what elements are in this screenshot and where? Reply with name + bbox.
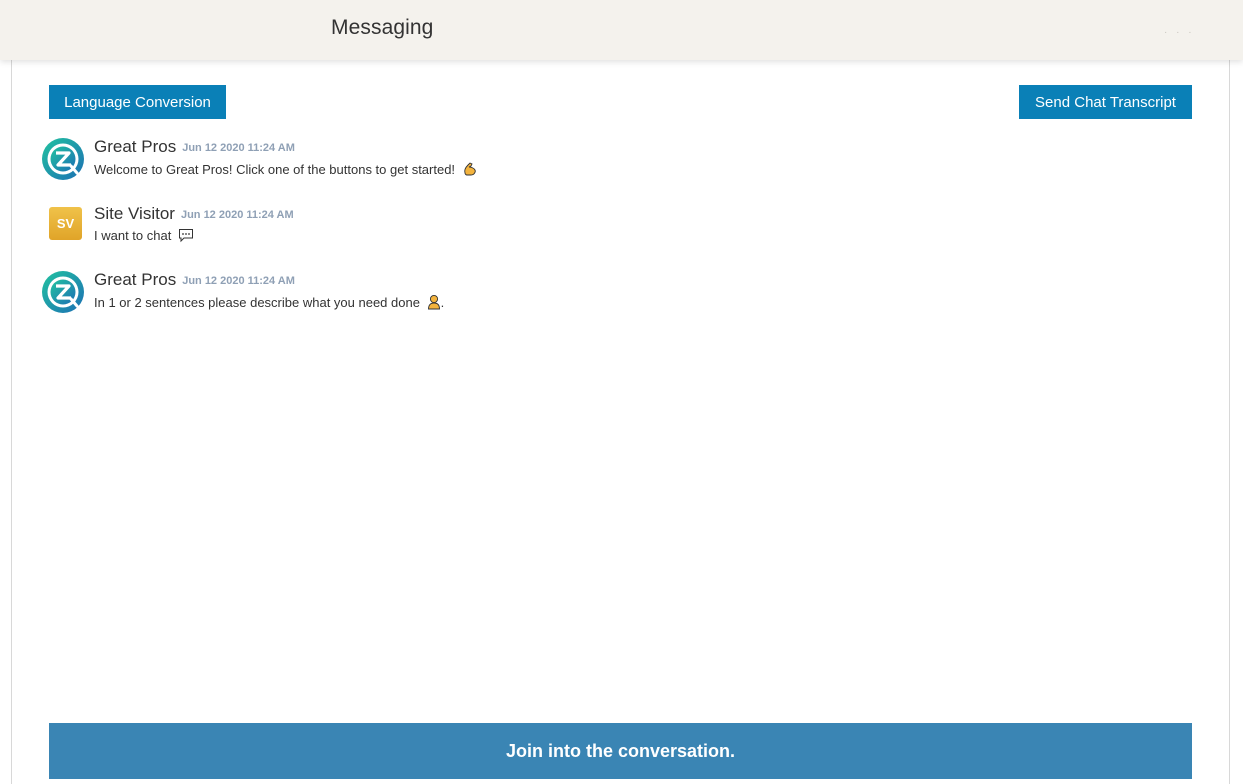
message-sender: Great Pros Jun 12 2020 11:24 AM: [94, 137, 295, 156]
language-conversion-button[interactable]: Language Conversion: [49, 85, 226, 119]
chat-message: Great Pros Jun 12 2020 11:24 AM Welcome t…: [41, 137, 741, 187]
message-text: In 1 or 2 sentences please describe what…: [94, 294, 445, 310]
speech-bubble-icon: [178, 229, 193, 243]
message-timestamp: Jun 12 2020 11:24 AM: [182, 142, 295, 154]
message-timestamp: Jun 12 2020 11:24 AM: [182, 275, 295, 287]
great-pros-logo-icon: [42, 138, 84, 180]
send-chat-transcript-button[interactable]: Send Chat Transcript: [1019, 85, 1192, 119]
app-header: Messaging · · ·: [0, 0, 1243, 60]
page-title: Messaging: [331, 16, 434, 39]
person-icon: [427, 294, 440, 310]
join-conversation-button[interactable]: Join into the conversation.: [49, 723, 1192, 779]
more-options-icon[interactable]: · · ·: [1164, 27, 1195, 38]
flexed-biceps-icon: [463, 162, 476, 176]
great-pros-logo-icon: [42, 271, 84, 313]
chat-message: Great Pros Jun 12 2020 11:24 AM In 1 or 2…: [41, 270, 741, 320]
chat-message: SV Site Visitor Jun 12 2020 11:24 AM I wa…: [41, 204, 741, 254]
message-timestamp: Jun 12 2020 11:24 AM: [180, 209, 294, 221]
message-sender: Great Pros Jun 12 2020 11:24 AM: [94, 270, 295, 289]
avatar: SV: [49, 207, 82, 240]
message-text: Welcome to Great Pros! Click one of the …: [94, 161, 478, 177]
message-text: I want to chat: [94, 228, 194, 243]
message-sender: Site Visitor Jun 12 2020 11:24 AM: [94, 204, 294, 223]
